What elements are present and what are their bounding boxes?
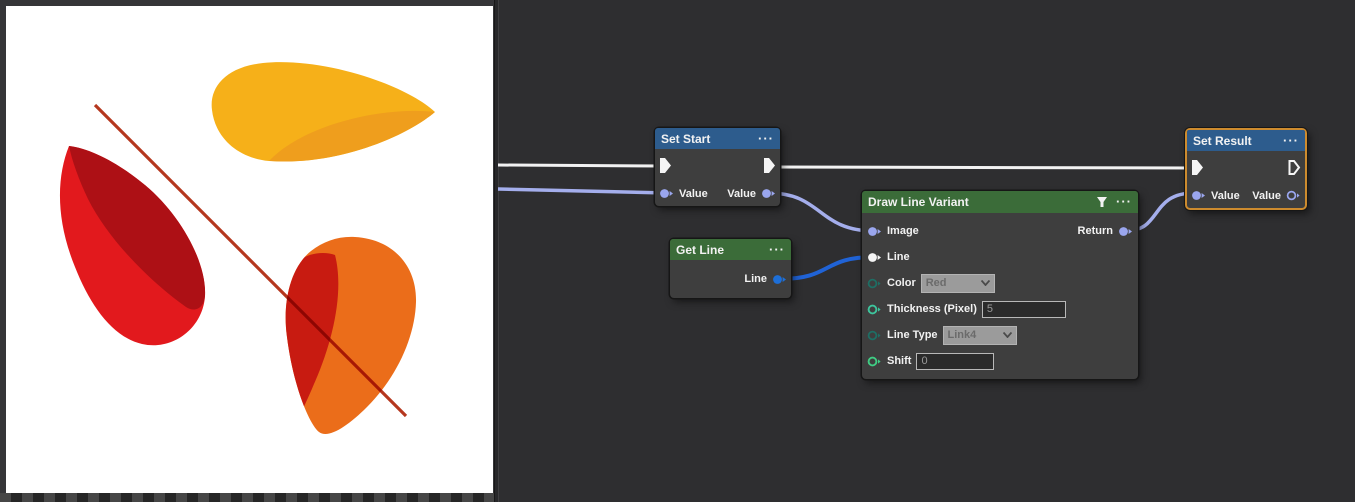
color-dropdown[interactable]: Red bbox=[921, 274, 995, 293]
value-output-pin[interactable] bbox=[761, 188, 776, 199]
funnel-icon bbox=[1096, 196, 1108, 208]
value-input-label: Value bbox=[1211, 190, 1240, 202]
value-input-label: Value bbox=[679, 188, 708, 200]
node-title: Get Line bbox=[676, 243, 724, 257]
thickness-label: Thickness (Pixel) bbox=[887, 303, 977, 315]
thickness-input-pin[interactable] bbox=[867, 304, 882, 315]
line-type-dropdown-value: Link4 bbox=[948, 329, 1003, 341]
node-set-result[interactable]: Set Result ··· Value Value bbox=[1185, 128, 1307, 210]
image-input-label: Image bbox=[887, 225, 919, 237]
node-title: Set Start bbox=[661, 132, 710, 146]
exec-wire-set-start-to-set-result[interactable] bbox=[771, 167, 1193, 168]
node-get-line[interactable]: Get Line ··· Line bbox=[670, 239, 791, 298]
thickness-input[interactable] bbox=[982, 301, 1066, 318]
chevron-down-icon bbox=[1003, 329, 1012, 341]
shift-label: Shift bbox=[887, 355, 911, 367]
line-input-label: Line bbox=[887, 251, 910, 263]
chevron-down-icon bbox=[981, 277, 990, 289]
return-output-label: Return bbox=[1078, 225, 1113, 237]
value-output-pin[interactable] bbox=[1286, 190, 1301, 201]
exec-input-pin[interactable] bbox=[1191, 159, 1204, 176]
node-set-start-header[interactable]: Set Start ··· bbox=[655, 128, 780, 149]
exec-output-pin[interactable] bbox=[1288, 159, 1301, 176]
node-title: Draw Line Variant bbox=[868, 195, 969, 209]
line-input-pin[interactable] bbox=[867, 252, 882, 263]
node-menu-icon[interactable]: ··· bbox=[769, 245, 785, 255]
line-type-label: Line Type bbox=[887, 329, 938, 341]
color-dropdown-value: Red bbox=[926, 277, 981, 289]
value-output-label: Value bbox=[1252, 190, 1281, 202]
node-draw-line-variant[interactable]: Draw Line Variant ··· Image Return Line bbox=[862, 191, 1138, 379]
color-input-pin[interactable] bbox=[867, 278, 882, 289]
shift-input[interactable] bbox=[916, 353, 994, 370]
line-type-dropdown[interactable]: Link4 bbox=[943, 326, 1017, 345]
exec-input-pin[interactable] bbox=[659, 157, 672, 174]
image-input-pin[interactable] bbox=[867, 226, 882, 237]
line-output-pin[interactable] bbox=[772, 274, 787, 285]
node-title: Set Result bbox=[1193, 134, 1252, 148]
value-input-pin[interactable] bbox=[1191, 190, 1206, 201]
line-output-label: Line bbox=[744, 273, 767, 285]
exec-output-pin[interactable] bbox=[763, 157, 776, 174]
shift-input-pin[interactable] bbox=[867, 356, 882, 367]
exec-wire-left-to-set-start[interactable] bbox=[498, 165, 664, 166]
node-editor-stage: Set Start ··· Value Value bbox=[0, 0, 1355, 502]
return-output-pin[interactable] bbox=[1118, 226, 1133, 237]
value-input-pin[interactable] bbox=[659, 188, 674, 199]
node-menu-icon[interactable]: ··· bbox=[758, 134, 774, 144]
node-draw-line-variant-header[interactable]: Draw Line Variant ··· bbox=[862, 191, 1138, 213]
color-label: Color bbox=[887, 277, 916, 289]
line-wire-get-line-to-line[interactable] bbox=[780, 257, 874, 279]
line-type-input-pin[interactable] bbox=[867, 330, 882, 341]
value-wire-set-start-to-image[interactable] bbox=[769, 193, 874, 231]
node-set-result-header[interactable]: Set Result ··· bbox=[1187, 130, 1305, 151]
value-wire-left-to-set-start[interactable] bbox=[498, 189, 667, 193]
node-set-start[interactable]: Set Start ··· Value Value bbox=[655, 128, 780, 206]
node-menu-icon[interactable]: ··· bbox=[1283, 136, 1299, 146]
value-output-label: Value bbox=[727, 188, 756, 200]
node-get-line-header[interactable]: Get Line ··· bbox=[670, 239, 791, 260]
node-menu-icon[interactable]: ··· bbox=[1116, 197, 1132, 207]
